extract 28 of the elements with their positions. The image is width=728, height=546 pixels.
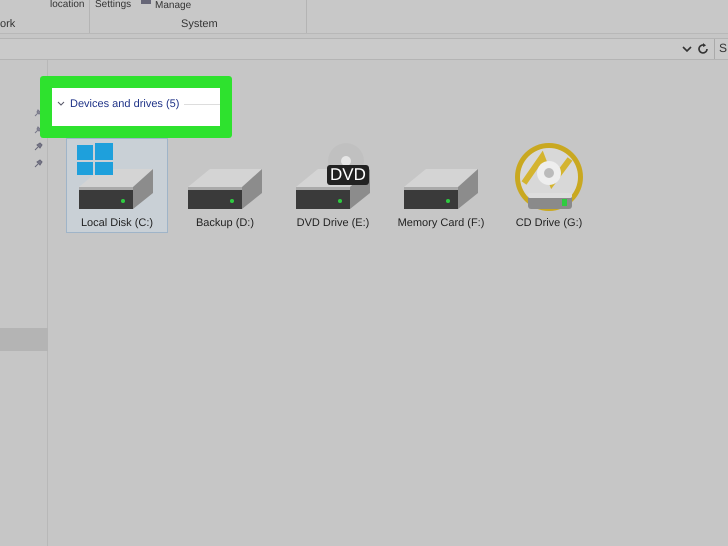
address-bar[interactable]: S xyxy=(0,38,728,60)
computer-icon xyxy=(140,0,152,6)
drive-tile[interactable]: DVD DVD Drive (E:) xyxy=(282,138,384,233)
ribbon-button[interactable]: Settings xyxy=(95,0,132,12)
pin-icon[interactable] xyxy=(34,159,43,168)
ribbon-group-label: System xyxy=(181,17,218,32)
chevron-down-icon[interactable] xyxy=(682,45,692,53)
pin-icon[interactable] xyxy=(34,108,43,117)
drive-label: Backup (D:) xyxy=(196,216,254,231)
drive-tile[interactable]: CD Drive (G:) xyxy=(498,138,600,233)
refresh-icon[interactable] xyxy=(696,42,710,56)
chevron-down-icon[interactable] xyxy=(57,101,65,107)
drive-label: Memory Card (F:) xyxy=(398,216,484,231)
ribbon-button[interactable]: location xyxy=(50,0,84,12)
pin-icon[interactable] xyxy=(34,142,43,151)
drive-label: DVD Drive (E:) xyxy=(296,216,370,231)
ribbon-button[interactable]: Manage xyxy=(155,0,192,13)
drive-tile[interactable]: Local Disk (C:) xyxy=(66,138,168,233)
drive-tile[interactable]: Backup (D:) xyxy=(174,138,276,233)
dvd-label: DVD xyxy=(327,165,369,185)
pin-icon[interactable] xyxy=(34,125,43,134)
ribbon-group-label: ork xyxy=(0,17,16,32)
drive-tile[interactable]: Memory Card (F:) xyxy=(390,138,492,233)
drive-label: CD Drive (G:) xyxy=(516,216,582,231)
drive-icon xyxy=(404,169,478,209)
drive-icon xyxy=(188,169,262,209)
search-field[interactable]: S xyxy=(714,39,728,59)
drive-label: Local Disk (C:) xyxy=(80,216,154,231)
